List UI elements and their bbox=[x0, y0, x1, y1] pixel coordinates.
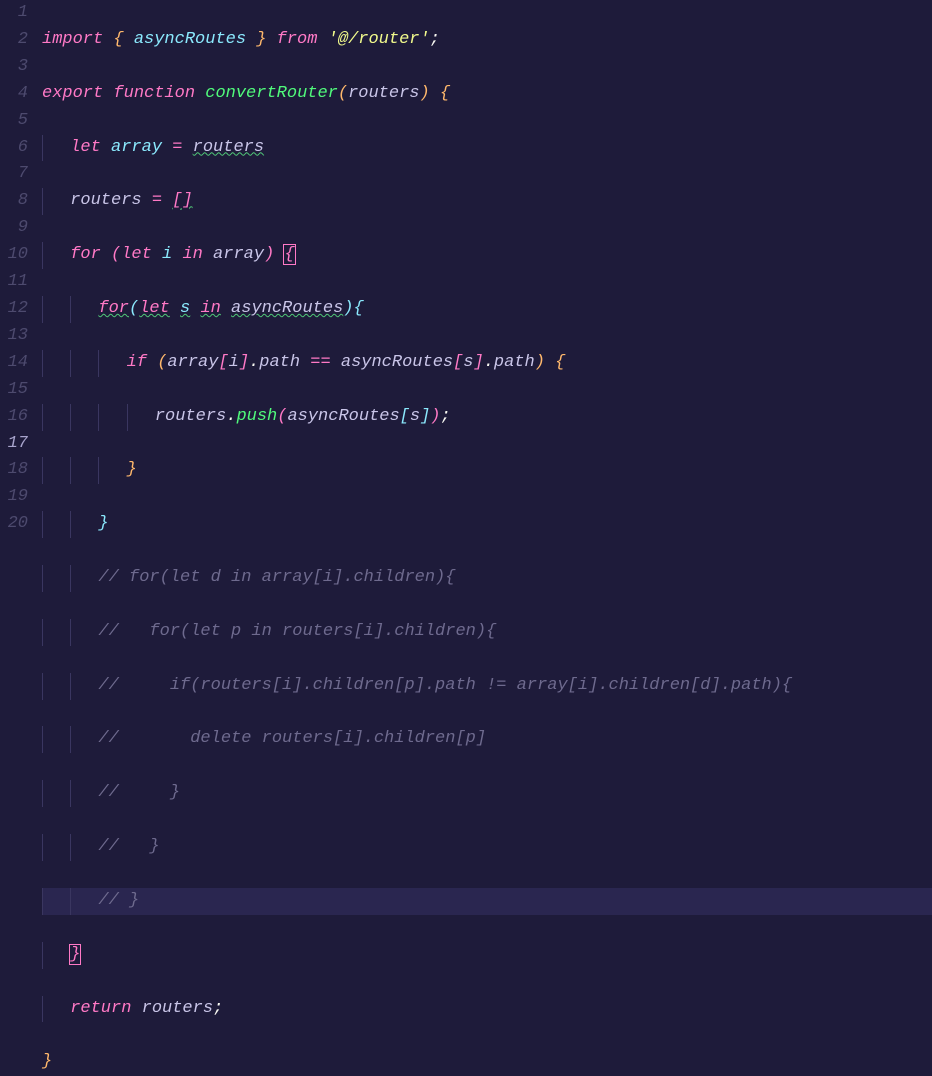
code-line[interactable]: if (array[i].path == asyncRoutes[s].path… bbox=[42, 350, 932, 377]
line-number: 20 bbox=[0, 511, 28, 538]
code-line[interactable]: // for(let d in array[i].children){ bbox=[42, 565, 932, 592]
code-line[interactable]: // } bbox=[42, 834, 932, 861]
line-number: 19 bbox=[0, 484, 28, 511]
line-number: 5 bbox=[0, 108, 28, 135]
code-editor[interactable]: 1 2 3 4 5 6 7 8 9 10 11 12 13 14 15 16 1… bbox=[0, 0, 932, 538]
line-number: 12 bbox=[0, 296, 28, 323]
line-number: 13 bbox=[0, 323, 28, 350]
line-number: 15 bbox=[0, 377, 28, 404]
line-number: 17 bbox=[0, 431, 28, 458]
code-line[interactable]: // } bbox=[42, 780, 932, 807]
code-line[interactable]: for(let s in asyncRoutes){ bbox=[42, 296, 932, 323]
code-line[interactable]: export function convertRouter(routers) { bbox=[42, 81, 932, 108]
line-number: 6 bbox=[0, 135, 28, 162]
code-line[interactable]: } bbox=[42, 511, 932, 538]
line-number: 8 bbox=[0, 188, 28, 215]
code-line[interactable]: // for(let p in routers[i].children){ bbox=[42, 619, 932, 646]
code-line[interactable]: let array = routers bbox=[42, 135, 932, 162]
code-line[interactable]: import { asyncRoutes } from '@/router'; bbox=[42, 27, 932, 54]
line-number: 1 bbox=[0, 0, 28, 27]
code-line[interactable]: return routers; bbox=[42, 996, 932, 1023]
code-line[interactable]: // } bbox=[42, 888, 932, 915]
line-number: 10 bbox=[0, 242, 28, 269]
code-line[interactable]: routers.push(asyncRoutes[s]); bbox=[42, 404, 932, 431]
line-number: 9 bbox=[0, 215, 28, 242]
code-line[interactable]: for (let i in array) { bbox=[42, 242, 932, 269]
code-line[interactable]: // delete routers[i].children[p] bbox=[42, 726, 932, 753]
line-number: 16 bbox=[0, 404, 28, 431]
code-line[interactable]: } bbox=[42, 942, 932, 969]
code-line[interactable]: // if(routers[i].children[p].path != arr… bbox=[42, 673, 932, 700]
line-number: 14 bbox=[0, 350, 28, 377]
line-number: 2 bbox=[0, 27, 28, 54]
code-line[interactable]: routers = [] bbox=[42, 188, 932, 215]
line-number-gutter: 1 2 3 4 5 6 7 8 9 10 11 12 13 14 15 16 1… bbox=[0, 0, 42, 538]
line-number: 7 bbox=[0, 161, 28, 188]
code-area[interactable]: import { asyncRoutes } from '@/router'; … bbox=[42, 0, 932, 538]
line-number: 3 bbox=[0, 54, 28, 81]
line-number: 4 bbox=[0, 81, 28, 108]
line-number: 18 bbox=[0, 457, 28, 484]
line-number: 11 bbox=[0, 269, 28, 296]
code-line[interactable]: } bbox=[42, 1049, 932, 1076]
code-line[interactable]: } bbox=[42, 457, 932, 484]
